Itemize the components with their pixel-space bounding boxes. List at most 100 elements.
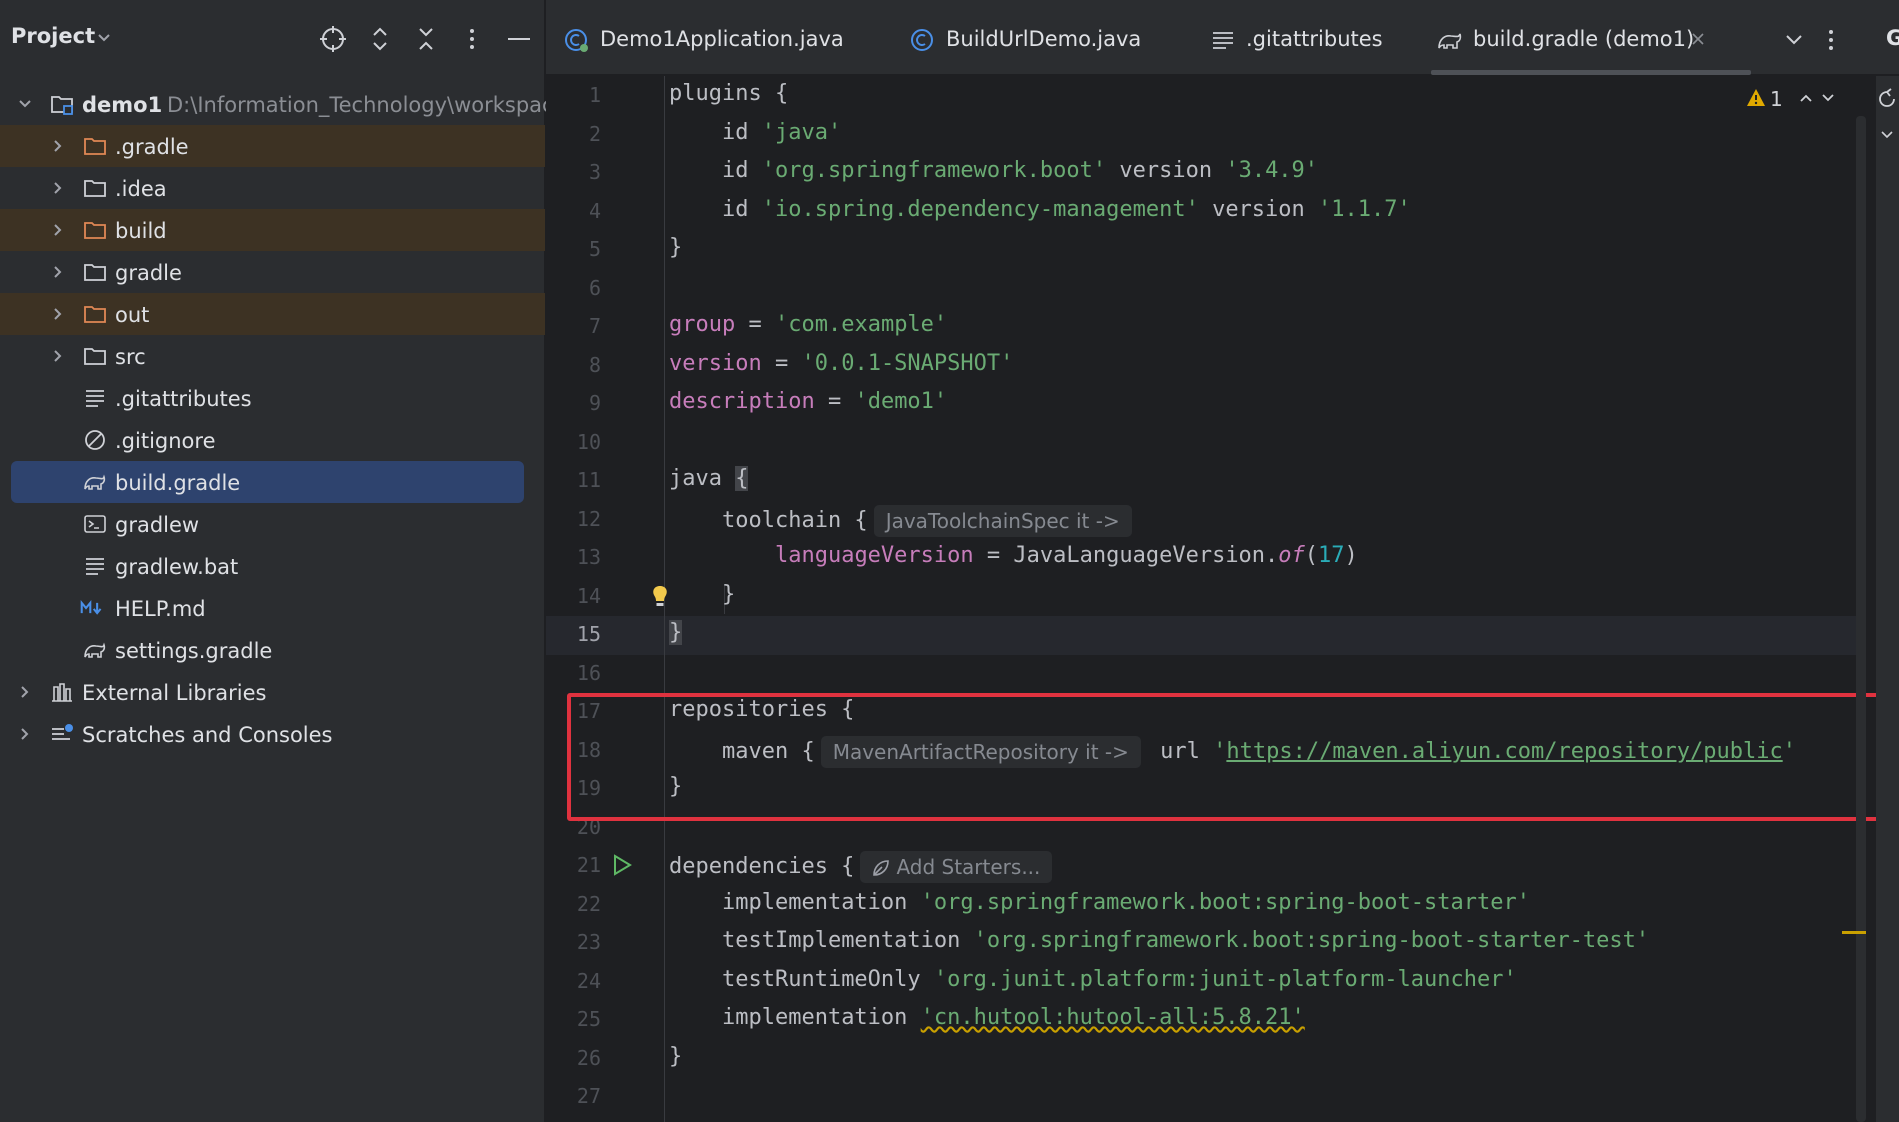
code-keyword: id [721,196,762,222]
code-string-warning[interactable]: 'cn.hutool:hutool-all:5.8.21' [921,1005,1305,1030]
tab-buildurldemo[interactable]: BuildUrlDemo.java [910,0,1141,75]
intention-bulb-icon[interactable] [649,584,671,610]
hide-panel-icon[interactable] [504,24,534,54]
code-keyword: implementation [721,889,921,915]
warning-scroll-marker[interactable] [1842,931,1866,934]
tree-node-gitignore[interactable]: .gitignore [0,419,545,461]
chevron-right-icon[interactable] [50,138,66,154]
code-text: = [735,312,775,337]
tree-node-scratches[interactable]: Scratches and Consoles [0,713,545,755]
line-number: 6 [588,275,601,300]
excluded-folder-icon [84,222,106,239]
options-kebab-icon[interactable] [1817,26,1845,54]
shell-script-icon [84,515,106,533]
chevron-right-icon[interactable] [50,180,66,196]
code-line: 2 id 'java' [546,115,1866,154]
collapse-all-icon[interactable] [411,24,441,54]
vertical-scrollbar[interactable] [1856,116,1866,1122]
tree-label: HELP.md [115,597,206,621]
tree-node-gradle-cache[interactable]: .gradle [0,125,545,167]
code-keyword: toolchain { [721,507,868,533]
code-text: } [669,1043,683,1069]
project-view-selector[interactable]: Project [11,24,95,48]
code-string: 'org.springframework.boot:spring-boot-st… [920,889,1530,915]
add-starters-button[interactable]: Add Starters... [860,851,1053,883]
tree-node-gradlew-bat[interactable]: gradlew.bat [0,545,545,587]
chevron-right-icon[interactable] [17,684,33,700]
line-number: 26 [576,1045,601,1070]
tree-node-help-md[interactable]: HELP.md [0,587,545,629]
tree-node-demo1[interactable]: demo1 D:\Information_Technology\workspac [0,83,554,125]
chevron-right-icon[interactable] [50,306,66,322]
tree-node-idea[interactable]: .idea [0,167,545,209]
tree-label: build.gradle [115,471,241,495]
chevron-down-icon[interactable] [96,30,112,46]
code-line: 26 } [546,1039,1866,1078]
code-keyword: testImplementation [721,928,974,953]
chevron-down-icon[interactable] [1880,128,1894,142]
chevron-right-icon[interactable] [50,222,66,238]
code-keyword: version [1106,158,1226,183]
code-line: 24 testRuntimeOnly 'org.junit.platform:j… [546,962,1866,1001]
code-line: 9 description = 'demo1' [546,384,1866,423]
active-tab-indicator [1431,70,1751,75]
line-number: 21 [576,853,601,877]
tree-node-gitattributes[interactable]: .gitattributes [0,377,545,419]
chevron-right-icon[interactable] [17,726,33,742]
tree-label: out [115,303,150,327]
code-string: '0.0.1-SNAPSHOT' [801,350,1014,376]
code-text: = [761,350,802,376]
code-line: 4 id 'io.spring.dependency-management' v… [546,192,1866,231]
line-number: 22 [576,891,601,916]
code-editor[interactable]: 1 1 plugins { 2 id 'java' 3 id 'org.spri… [546,76,1899,1122]
right-tool-strip [1876,76,1899,1122]
chevron-right-icon[interactable] [50,348,66,364]
tree-label: .gitattributes [115,387,252,411]
tree-node-settings-gradle[interactable]: settings.gradle [0,629,545,671]
tree-node-gradle[interactable]: gradle [0,251,545,293]
chevron-down-icon[interactable] [17,96,33,112]
line-number: 4 [588,198,601,223]
tab-build-gradle[interactable]: build.gradle (demo1) [1431,0,1751,75]
tree-node-src[interactable]: src [0,335,545,377]
code-text: plugins { [669,81,789,106]
code-number: 17 [1318,543,1345,568]
spring-leaf-icon [873,860,890,876]
tab-gitattributes[interactable]: .gitattributes [1210,0,1390,75]
tree-label: gradlew [115,513,200,537]
code-string: 'io.spring.dependency-management' [761,196,1199,222]
chevron-down-icon[interactable] [1780,26,1808,54]
close-tab-icon[interactable] [1691,32,1705,46]
code-line-current: 15 } [546,615,1866,654]
line-number: 13 [576,545,601,569]
tab-demo1application[interactable]: Demo1Application.java [564,0,844,75]
options-kebab-icon[interactable] [457,24,487,54]
chevron-right-icon[interactable] [50,264,66,280]
text-file-icon [1213,32,1233,49]
code-property: version [669,350,762,376]
tree-node-out[interactable]: out [0,293,545,335]
tree-node-gradlew[interactable]: gradlew [0,503,545,545]
line-number: 11 [576,468,601,492]
code-line: 6 [546,269,1866,308]
tree-label: Scratches and Consoles [82,723,333,747]
code-line: 12 toolchain {JavaToolchainSpec it -> [546,500,1866,539]
gradle-reload-icon[interactable] [1876,88,1898,110]
tree-node-build[interactable]: build [0,209,545,251]
tree-label: gradle [115,261,182,285]
tree-node-build-gradle[interactable]: build.gradle [11,461,524,503]
expand-all-icon[interactable] [365,24,395,54]
line-number: 1 [588,83,601,107]
code-keyword: id [721,158,762,183]
tree-label: build [115,219,167,243]
code-line: 27 [546,1077,1866,1116]
tree-label: .idea [115,177,167,201]
right-tool-window-label[interactable]: G [1886,26,1899,50]
code-string: 'org.springframework.boot:spring-boot-st… [973,928,1650,953]
run-gutter-icon[interactable] [610,853,634,877]
tree-node-external-libraries[interactable]: External Libraries [0,671,545,713]
library-icon [52,683,72,702]
code-line: 23 testImplementation 'org.springframewo… [546,923,1866,962]
locate-file-icon[interactable] [318,24,348,54]
line-number: 10 [576,429,601,454]
